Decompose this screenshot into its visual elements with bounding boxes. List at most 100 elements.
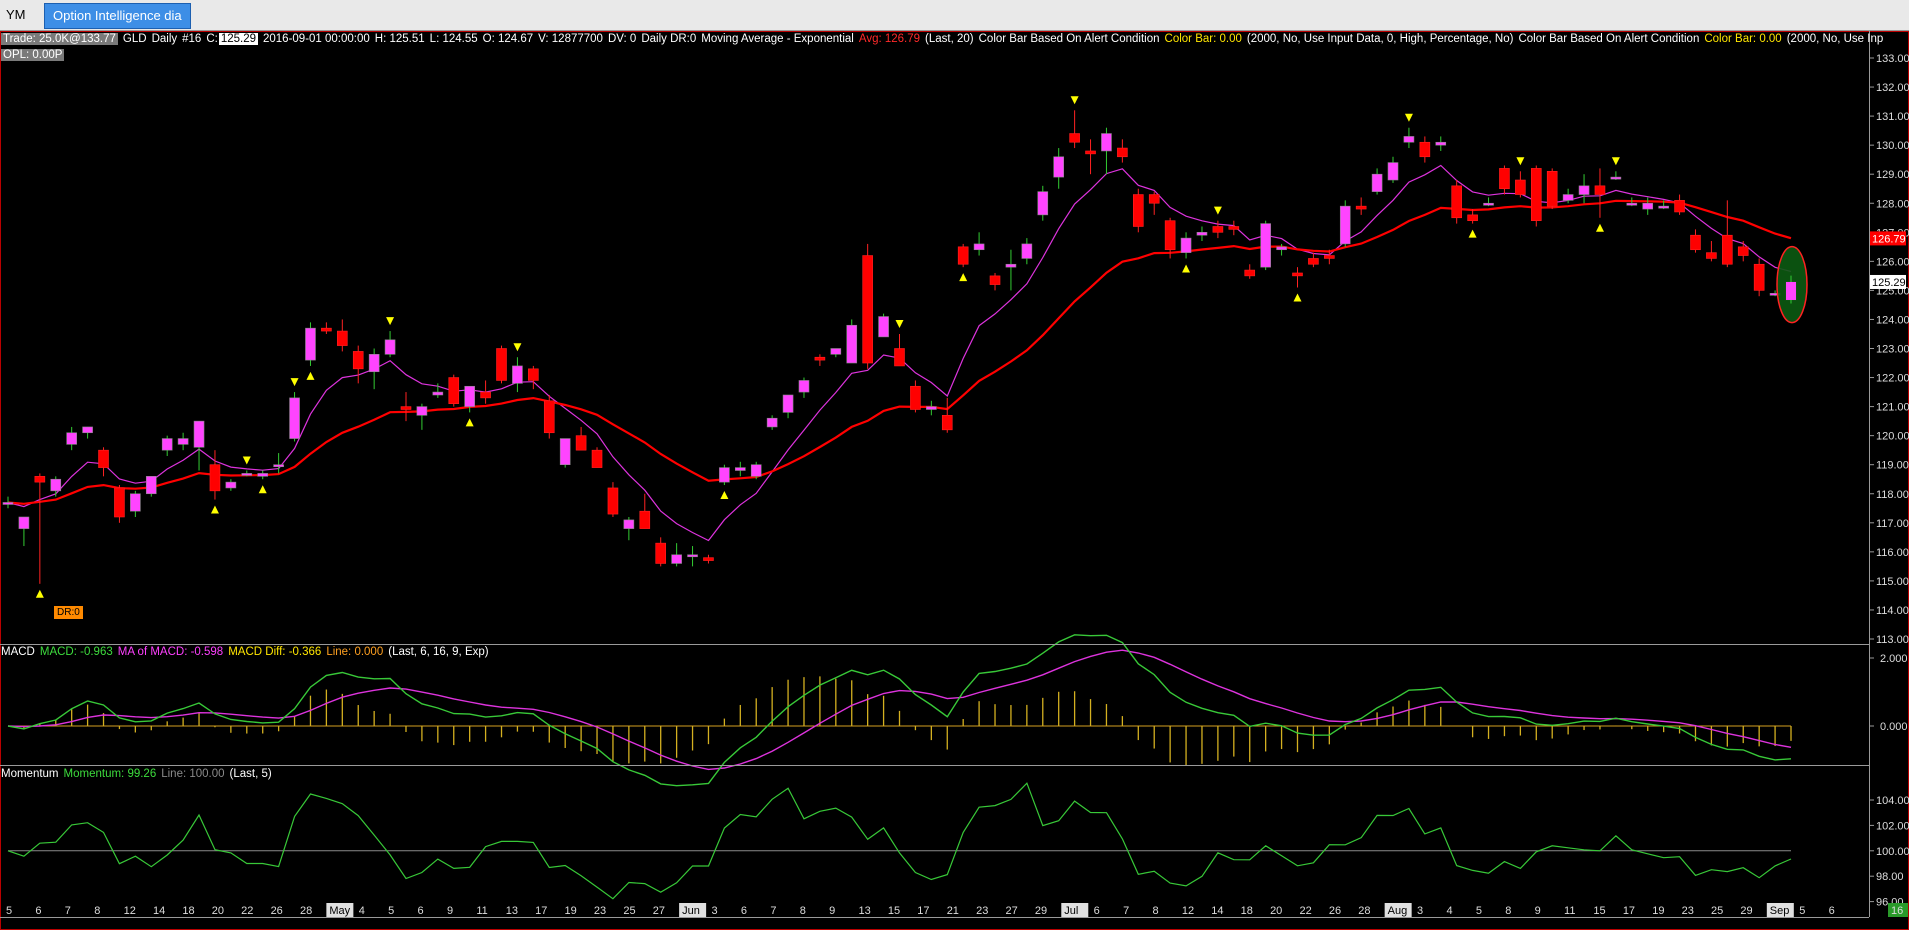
alert-triangle	[1293, 293, 1302, 302]
candle-body	[1292, 272, 1303, 277]
alert-triangle	[959, 273, 968, 282]
candle-body	[1324, 255, 1335, 259]
alert-triangle	[513, 343, 522, 352]
x-axis-day-label: 14	[153, 905, 165, 917]
x-axis-month-label: Jun	[682, 905, 700, 917]
pane-separator-macd	[0, 644, 1869, 645]
candle-body	[1690, 234, 1701, 251]
momentum-axis-label: 104.00	[1876, 795, 1909, 807]
candle-body	[193, 420, 205, 448]
chart-canvas[interactable]: 133.00132.00131.00130.00129.00128.00127.…	[0, 0, 1909, 930]
candle-body	[814, 356, 826, 361]
candle-body	[1483, 202, 1494, 206]
price-axis-label: 133.00	[1876, 53, 1909, 65]
price-axis-label: 131.00	[1876, 111, 1909, 123]
alert-triangle	[720, 491, 729, 500]
candle-body	[241, 473, 253, 476]
alert-triangle	[465, 418, 474, 427]
x-axis-month-label: Jul	[1064, 905, 1078, 917]
x-axis-day-label: 3	[1417, 905, 1423, 917]
candle-body	[464, 385, 475, 407]
candle-body	[846, 324, 858, 364]
ma-name: Moving Average - Exponential	[701, 33, 854, 45]
candle-body	[910, 385, 921, 410]
candle-body	[209, 464, 221, 492]
candle-body	[34, 476, 46, 483]
x-axis-day-label: 9	[829, 905, 835, 917]
x-axis-month-label: Aug	[1388, 905, 1408, 917]
momentum-params: (Last, 5)	[229, 768, 272, 780]
candle-body	[1308, 258, 1319, 265]
colorbar1-name: Color Bar Based On Alert Condition	[978, 33, 1160, 45]
daily-dr-value: Daily DR:0	[641, 33, 697, 45]
x-axis-month-label: May	[329, 905, 350, 917]
candle-body	[559, 438, 571, 465]
candle-body	[1101, 133, 1112, 152]
alert-triangle	[210, 505, 219, 514]
alert-triangle	[1070, 96, 1079, 105]
x-axis-day-label: 6	[418, 905, 424, 917]
macd-params: (Last, 6, 16, 9, Exp)	[388, 646, 489, 658]
candle-body	[1578, 185, 1590, 195]
candle-body	[1610, 176, 1622, 180]
macd-ma-value: MA of MACD: -0.598	[117, 646, 224, 658]
x-axis-day-label: 23	[976, 905, 988, 917]
candle-body	[957, 246, 969, 265]
x-axis-day-label: 13	[859, 905, 871, 917]
candle-body	[1132, 194, 1144, 227]
candle-body	[1005, 263, 1017, 268]
colorbar2-name: Color Bar Based On Alert Condition	[1518, 33, 1700, 45]
x-axis-day-label: 4	[359, 905, 365, 917]
candle-body	[543, 400, 555, 434]
macd-name: MACD	[1, 646, 35, 658]
last-candle-body	[1786, 281, 1796, 300]
momentum-axis-label: 102.00	[1876, 820, 1909, 832]
x-axis-day-label: 28	[300, 905, 312, 917]
x-axis-day-label: 22	[1299, 905, 1311, 917]
x-axis-day-label: 28	[1358, 905, 1370, 917]
candle-body	[448, 377, 460, 404]
alert-triangle	[1182, 264, 1191, 273]
candle-body	[225, 481, 237, 489]
x-axis-day-label: 7	[65, 905, 71, 917]
trade-label: Trade: 25.0K@133.77	[1, 33, 118, 45]
candle-body	[432, 391, 444, 396]
macd-axis-label: 0.000	[1880, 721, 1908, 733]
x-axis-day-label: 3	[712, 905, 718, 917]
candle-body	[1515, 179, 1526, 195]
candle-body	[1085, 150, 1096, 155]
candle-body	[1546, 170, 1558, 207]
candle-body	[1722, 234, 1733, 265]
price-axis-label: 113.00	[1876, 634, 1909, 646]
x-axis-corner-label: 16	[1891, 905, 1903, 917]
alert-triangle	[1213, 206, 1222, 215]
bar-date: 2016-09-01 00:00:00	[263, 33, 370, 45]
candle-body	[114, 487, 125, 518]
x-axis-day-label: 18	[1241, 905, 1253, 917]
x-axis-day-label: 7	[770, 905, 776, 917]
candle-body	[161, 438, 173, 451]
x-axis-day-label: 26	[1329, 905, 1341, 917]
symbol-label: GLD	[122, 33, 147, 45]
x-axis-day-label: 25	[1711, 905, 1723, 917]
colorbar2-params: (2000, No, Use Inp	[1786, 33, 1884, 45]
candle-body	[98, 449, 109, 468]
x-axis-day-label: 17	[1623, 905, 1635, 917]
candle-body	[830, 348, 842, 355]
candle-body	[1244, 269, 1256, 277]
x-axis-day-label: 5	[388, 905, 394, 917]
candle-body	[273, 464, 284, 468]
candle-body	[575, 435, 587, 451]
price-axis-label: 119.00	[1876, 460, 1909, 472]
x-axis-day-label: 6	[1829, 905, 1835, 917]
candle-body	[1196, 232, 1208, 236]
x-axis-day-label: 6	[35, 905, 41, 917]
price-axis-label: 114.00	[1876, 605, 1909, 617]
candle-body	[1403, 136, 1415, 143]
open-value: O: 124.67	[482, 33, 534, 45]
candle-body	[1387, 162, 1399, 181]
candle-body	[1053, 156, 1064, 178]
high-value: H: 125.51	[374, 33, 425, 45]
candle-body	[368, 354, 380, 373]
candle-body	[528, 368, 539, 381]
